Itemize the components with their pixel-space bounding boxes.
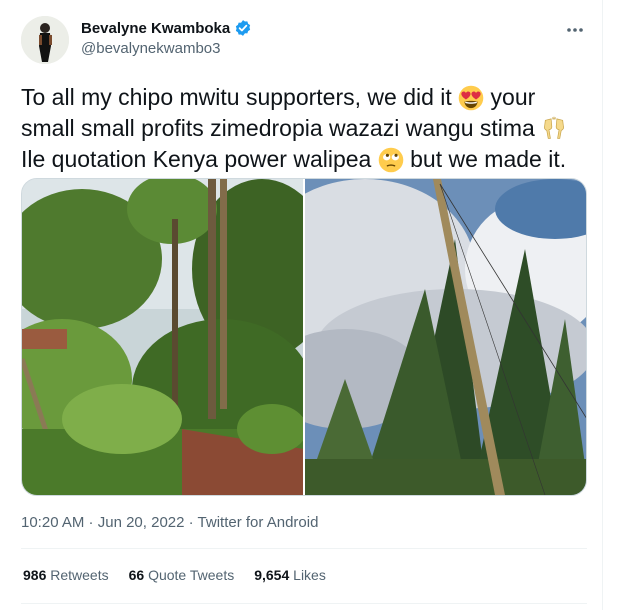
likes-stat[interactable]: 9,654 Likes — [254, 567, 326, 583]
photo-1-image — [22, 179, 303, 495]
photo-power-pole-sky[interactable] — [305, 179, 586, 495]
divider-bottom — [21, 603, 587, 604]
avatar[interactable] — [21, 16, 69, 64]
heart-eyes-emoji — [458, 85, 484, 111]
media-grid — [21, 178, 587, 496]
avatar-image — [21, 16, 69, 64]
photo-2-image — [305, 179, 586, 495]
more-dots-glyph — [567, 28, 583, 32]
tweet-text-line3b: but we made it. — [403, 146, 567, 172]
retweets-stat[interactable]: 986 Retweets — [23, 567, 109, 583]
tweet-source[interactable]: Twitter for Android — [198, 514, 319, 531]
tweet-text-line1a: To all my chipo mwitu supporters, we did… — [21, 84, 452, 110]
photo-trees-and-pole-clearing[interactable] — [22, 179, 303, 495]
author-block: Bevalyne Kwamboka @bevalynekwambo3 — [81, 19, 252, 57]
tweet-time[interactable]: 10:20 AM — [21, 514, 84, 531]
display-name[interactable]: Bevalyne Kwamboka — [81, 20, 230, 37]
tweet-text-line2: small small profits zimedropia wazazi wa… — [21, 115, 535, 141]
rolling-eyes-emoji — [378, 147, 404, 173]
meta-separator: · — [184, 514, 198, 531]
engagement-stats: 986 Retweets 66 Quote Tweets 9,654 Likes — [23, 567, 326, 583]
retweets-label: Retweets — [50, 567, 109, 583]
meta-separator: · — [84, 514, 98, 531]
verified-badge-icon — [236, 20, 251, 36]
tweet-meta: 10:20 AM · Jun 20, 2022 · Twitter for An… — [21, 514, 318, 531]
tweet-text-line3a: Ile quotation Kenya power walipea — [21, 146, 372, 172]
name-row: Bevalyne Kwamboka — [81, 19, 252, 37]
quote-tweets-stat[interactable]: 66 Quote Tweets — [129, 567, 235, 583]
retweets-count: 986 — [23, 567, 47, 583]
more-dots-icon[interactable] — [560, 20, 590, 40]
likes-count: 9,654 — [254, 567, 290, 583]
handle[interactable]: @bevalynekwambo3 — [81, 40, 252, 57]
quotes-label: Quote Tweets — [148, 567, 235, 583]
quotes-count: 66 — [128, 567, 145, 583]
clinking-glasses-emoji — [544, 116, 565, 139]
tweet-text-line1b: your — [484, 84, 536, 110]
likes-label: Likes — [293, 567, 326, 583]
divider-top — [21, 548, 587, 549]
tweet-card: Bevalyne Kwamboka @bevalynekwambo3 To al… — [0, 0, 629, 610]
tweet-date[interactable]: Jun 20, 2022 — [98, 514, 185, 531]
tweet-text: To all my chipo mwitu supporters, we did… — [21, 82, 596, 175]
column-border — [602, 0, 603, 610]
